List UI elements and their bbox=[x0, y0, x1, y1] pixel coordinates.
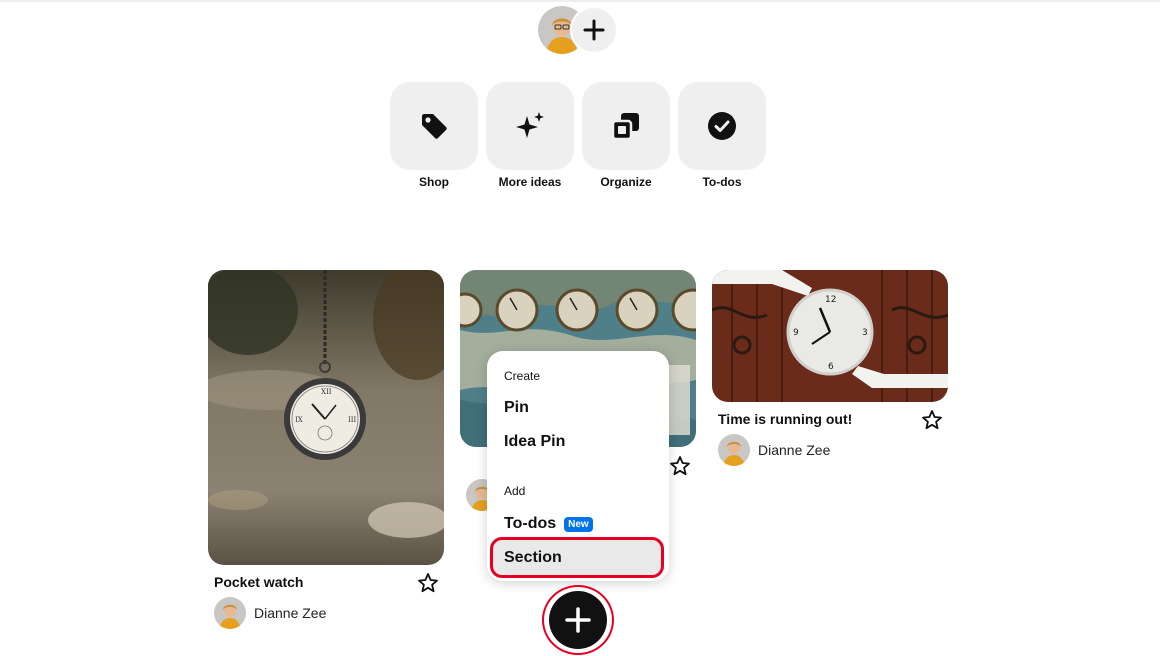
shop-button[interactable] bbox=[390, 82, 478, 170]
new-badge: New bbox=[564, 516, 593, 532]
tag-icon bbox=[422, 114, 447, 139]
menu-heading-add: Add bbox=[504, 484, 526, 498]
star-icon[interactable] bbox=[921, 409, 943, 431]
pin-author[interactable]: Dianne Zee bbox=[214, 597, 326, 629]
menu-item-section[interactable]: Section bbox=[504, 549, 562, 567]
create-fab-button[interactable] bbox=[549, 591, 607, 649]
menu-item-todos-label: To-dos bbox=[504, 515, 557, 532]
svg-text:XII: XII bbox=[321, 388, 332, 396]
svg-text:12: 12 bbox=[825, 295, 836, 305]
organize-label: Organize bbox=[600, 175, 652, 189]
more-ideas-tile[interactable]: More ideas bbox=[486, 82, 574, 189]
menu-item-todos[interactable]: To-dos New bbox=[504, 515, 593, 533]
todos-label: To-dos bbox=[702, 175, 742, 189]
svg-text:9: 9 bbox=[793, 328, 799, 338]
svg-text:IX: IX bbox=[295, 416, 303, 424]
svg-text:6: 6 bbox=[828, 362, 834, 372]
shop-label: Shop bbox=[419, 175, 449, 189]
menu-item-pin[interactable]: Pin bbox=[504, 399, 529, 417]
todos-tile[interactable]: To-dos bbox=[678, 82, 766, 189]
author-avatar bbox=[214, 597, 246, 629]
svg-text:III: III bbox=[348, 416, 357, 424]
menu-item-section-highlight[interactable]: Section bbox=[490, 537, 664, 578]
sparkle-icon bbox=[516, 112, 544, 138]
more-ideas-button[interactable] bbox=[486, 82, 574, 170]
plus-icon bbox=[565, 607, 591, 633]
add-collaborator-button[interactable] bbox=[570, 6, 618, 54]
pin-card: XII III IX Pocket watch Dianne Zee bbox=[208, 270, 444, 630]
shop-tile[interactable]: Shop bbox=[390, 82, 478, 189]
organize-tile[interactable]: Organize bbox=[582, 82, 670, 189]
more-ideas-label: More ideas bbox=[498, 175, 562, 189]
author-name: Dianne Zee bbox=[254, 605, 327, 621]
author-avatar bbox=[718, 434, 750, 466]
pin-card: 12 3 6 9 Time is running out! Dianne Zee bbox=[712, 270, 948, 470]
pin-author[interactable]: Dianne Zee bbox=[718, 434, 830, 466]
pin-title[interactable]: Time is running out! bbox=[718, 411, 852, 427]
plus-icon bbox=[583, 19, 605, 41]
pin-image[interactable]: 12 3 6 9 bbox=[712, 270, 948, 402]
organize-button[interactable] bbox=[582, 82, 670, 170]
pin-image[interactable]: XII III IX bbox=[208, 270, 444, 565]
author-name: Dianne Zee bbox=[758, 442, 831, 458]
board-collaborators bbox=[538, 6, 620, 54]
pin-title[interactable]: Pocket watch bbox=[214, 574, 303, 590]
menu-item-idea-pin[interactable]: Idea Pin bbox=[504, 433, 565, 451]
star-icon[interactable] bbox=[669, 455, 691, 477]
star-icon[interactable] bbox=[417, 572, 439, 594]
check-circle-icon bbox=[708, 112, 736, 140]
organize-icon bbox=[611, 113, 639, 141]
menu-heading-create: Create bbox=[504, 369, 541, 383]
svg-text:3: 3 bbox=[862, 328, 868, 338]
todos-button[interactable] bbox=[678, 82, 766, 170]
top-divider bbox=[0, 0, 1160, 2]
